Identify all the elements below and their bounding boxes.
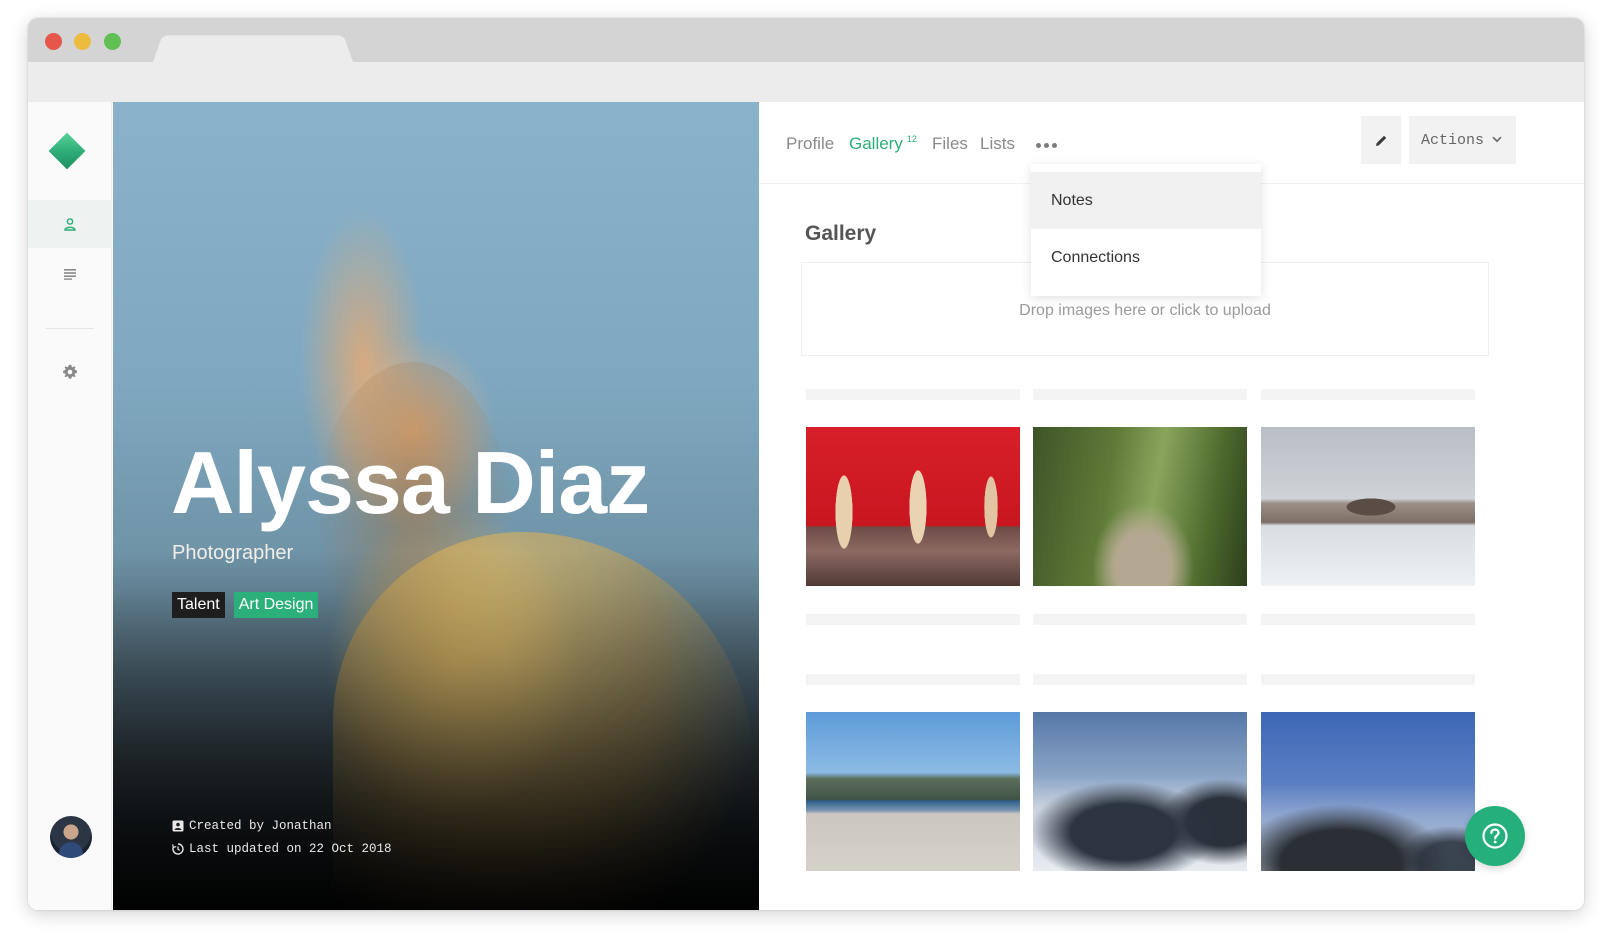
maximize-window-button[interactable] (104, 33, 121, 50)
gallery-image-mountain-blue-sky[interactable] (1261, 712, 1475, 871)
app-content: Alyssa Diaz Photographer Talent Art Desi… (28, 102, 1584, 910)
gallery-image-snowy-mountains-clouds[interactable] (1033, 712, 1247, 871)
image-caption-placeholder (1261, 674, 1475, 685)
chevron-down-icon (1492, 136, 1502, 143)
last-updated: Last updated on 22 Oct 2018 (172, 842, 392, 856)
sidebar (28, 102, 112, 910)
tag-art-design[interactable]: Art Design (233, 592, 319, 618)
gallery-image-city-waterfront-snow[interactable] (1261, 427, 1475, 586)
minimize-window-button[interactable] (74, 33, 91, 50)
menu-item-connections[interactable]: Connections (1031, 229, 1261, 286)
sidebar-divider (46, 328, 94, 329)
avatar[interactable] (50, 816, 92, 858)
tab-gallery-label: Gallery (849, 134, 903, 153)
created-by: Created by Jonathan (172, 819, 332, 833)
menu-item-notes[interactable]: Notes (1031, 172, 1261, 229)
image-caption-placeholder (806, 674, 1020, 685)
profile-hero: Alyssa Diaz Photographer Talent Art Desi… (113, 102, 759, 910)
image-caption-placeholder (1033, 614, 1247, 625)
close-window-button[interactable] (45, 33, 62, 50)
history-icon (172, 843, 184, 855)
profile-name: Alyssa Diaz (171, 433, 650, 532)
pencil-icon (1375, 135, 1386, 146)
browser-tab[interactable] (153, 35, 353, 62)
gallery-count-badge: 12 (906, 134, 917, 145)
gallery-image-trucks-harbor[interactable] (806, 712, 1020, 871)
ellipsis-icon (1043, 142, 1049, 148)
tab-profile[interactable]: Profile (786, 134, 834, 154)
question-icon (1482, 823, 1508, 849)
help-button[interactable] (1465, 806, 1525, 866)
user-icon (64, 218, 76, 231)
gallery-image-statues-red-wall[interactable] (806, 427, 1020, 586)
actions-label: Actions (1421, 131, 1485, 149)
image-caption-placeholder (1261, 614, 1475, 625)
image-caption-placeholder (1261, 389, 1475, 400)
profile-role: Photographer (172, 542, 294, 564)
browser-window: Alyssa Diaz Photographer Talent Art Desi… (28, 18, 1584, 910)
image-caption-placeholder (806, 389, 1020, 400)
image-caption-placeholder (1033, 389, 1247, 400)
sidebar-item-profile[interactable] (28, 200, 112, 248)
gear-icon (63, 364, 77, 379)
last-updated-text: Last updated on 22 Oct 2018 (189, 842, 392, 856)
sidebar-item-list[interactable] (28, 250, 112, 298)
actions-dropdown[interactable]: Actions (1409, 116, 1516, 164)
gallery-title: Gallery (805, 222, 877, 245)
more-tabs-menu: Notes Connections (1031, 164, 1261, 296)
tab-files[interactable]: Files (932, 134, 968, 154)
image-caption-placeholder (1033, 674, 1247, 685)
tab-gallery[interactable]: Gallery 12 (849, 134, 917, 154)
tab-lists[interactable]: Lists (980, 134, 1015, 154)
ellipsis-icon (1051, 142, 1057, 148)
edit-button[interactable] (1361, 116, 1401, 164)
title-bar (28, 18, 1584, 62)
profile-tags: Talent Art Design (172, 592, 319, 618)
gallery-image-overgrown-path[interactable] (1033, 427, 1247, 586)
ellipsis-icon (1035, 142, 1041, 148)
list-icon (64, 269, 76, 280)
tag-talent[interactable]: Talent (172, 592, 225, 618)
contact-card-icon (172, 820, 184, 832)
sidebar-item-settings[interactable] (28, 348, 112, 396)
browser-toolbar (28, 62, 1584, 102)
main-panel: Profile Gallery 12 Files Lists Actions N… (759, 102, 1584, 910)
more-tabs-button[interactable] (1031, 135, 1061, 155)
app-logo[interactable] (48, 132, 86, 170)
image-caption-placeholder (806, 614, 1020, 625)
created-by-text: Created by Jonathan (189, 819, 332, 833)
